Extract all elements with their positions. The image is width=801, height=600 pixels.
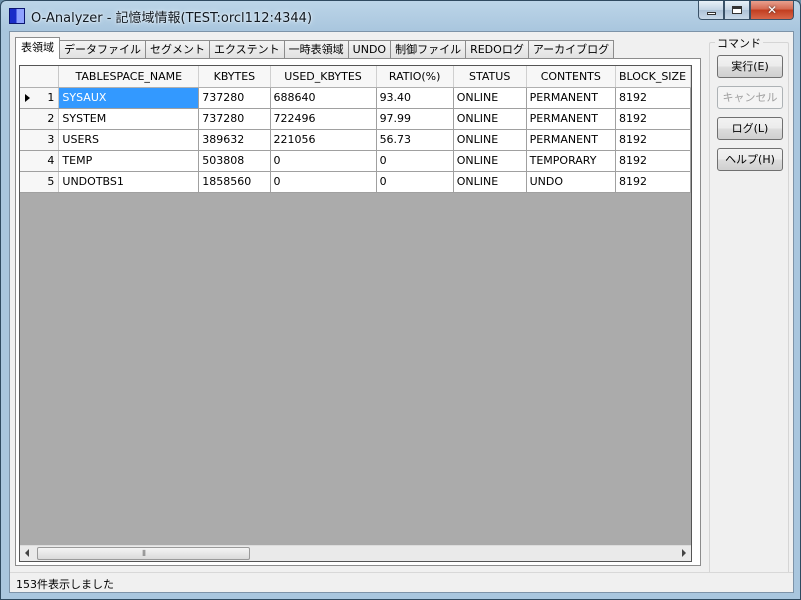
tab-redolog[interactable]: REDOログ [465,40,529,59]
row-number: 4 [47,154,55,167]
table-cell[interactable]: 0 [270,171,377,193]
tab-datafile[interactable]: データファイル [59,40,146,59]
column-header[interactable]: KBYTES [198,66,271,88]
table-row[interactable]: 3 USERS 389632 221056 56.73 ONLINE PERMA… [20,129,691,151]
tab-extent[interactable]: エクステント [209,40,285,59]
minimize-icon [706,11,716,15]
table-row[interactable]: 4 TEMP 503808 0 0 ONLINE TEMPORARY 8192 [20,150,691,172]
tab-temp-tablespace[interactable]: 一時表領域 [283,40,349,59]
status-message: 153件表示しました [16,578,114,591]
table-cell[interactable]: 722496 [270,108,377,130]
table-cell[interactable]: 8192 [615,87,691,109]
tab-tablespace[interactable]: 表領域 [15,37,60,59]
table-cell[interactable]: 8192 [615,108,691,130]
table-row[interactable]: 1 SYSAUX 737280 688640 93.40 ONLINE PERM… [20,87,691,109]
client-area: 表領域 データファイル セグメント エクステント 一時表領域 UNDO 制御ファ… [9,31,794,593]
log-button[interactable]: ログ(L) [717,117,783,140]
table-cell[interactable]: SYSAUX [58,87,200,109]
row-number: 5 [47,175,55,188]
caption-buttons: ✕ [698,1,794,21]
command-group-label: コマンド [715,35,763,51]
column-header[interactable]: BLOCK_SIZE [615,66,691,88]
app-window: O-Analyzer - 記憶域情報(TEST:orcl112:4344) ✕ … [0,0,801,600]
table-cell[interactable]: SYSTEM [58,108,200,130]
column-header[interactable]: CONTENTS [526,66,616,88]
table-cell[interactable]: 1858560 [198,171,271,193]
table-cell[interactable]: PERMANENT [526,129,616,151]
table-cell[interactable]: TEMPORARY [526,150,616,172]
table-cell[interactable]: ONLINE [453,108,527,130]
minimize-button[interactable] [698,1,724,20]
data-grid[interactable]: TABLESPACE_NAME KBYTES USED_KBYTES RATIO… [19,65,692,562]
tablespace-table: TABLESPACE_NAME KBYTES USED_KBYTES RATIO… [20,66,691,193]
table-cell[interactable]: 737280 [198,108,271,130]
table-cell[interactable]: 0 [270,150,377,172]
cancel-button[interactable]: キャンセル [717,86,783,109]
table-cell[interactable]: UNDO [526,171,616,193]
table-cell[interactable]: UNDOTBS1 [58,171,200,193]
help-button[interactable]: ヘルプ(H) [717,148,783,171]
table-cell[interactable]: 8192 [615,150,691,172]
tab-segment[interactable]: セグメント [145,40,210,59]
tab-undo[interactable]: UNDO [347,40,392,59]
close-button[interactable]: ✕ [750,1,794,20]
column-header[interactable]: USED_KBYTES [270,66,377,88]
table-cell[interactable]: 221056 [270,129,377,151]
table-row[interactable]: 5 UNDOTBS1 1858560 0 0 ONLINE UNDO 8192 [20,171,691,193]
scroll-thumb[interactable]: ⦀ [37,547,250,560]
grid-corner-cell[interactable] [20,66,60,88]
scroll-left-icon[interactable] [25,549,29,557]
table-cell[interactable]: 688640 [270,87,377,109]
table-cell[interactable]: PERMANENT [526,108,616,130]
table-cell[interactable]: 8192 [615,171,691,193]
table-cell[interactable]: ONLINE [453,129,527,151]
column-header[interactable]: RATIO(%) [376,66,454,88]
table-cell[interactable]: 8192 [615,129,691,151]
table-cell[interactable]: ONLINE [453,171,527,193]
table-cell[interactable]: ONLINE [453,150,527,172]
table-cell[interactable]: 0 [376,171,454,193]
table-cell[interactable]: USERS [58,129,200,151]
grid-viewport: TABLESPACE_NAME KBYTES USED_KBYTES RATIO… [20,66,691,546]
close-icon: ✕ [766,3,778,17]
tab-strip: 表領域 データファイル セグメント エクステント 一時表領域 UNDO 制御ファ… [15,37,615,59]
title-bar[interactable]: O-Analyzer - 記憶域情報(TEST:orcl112:4344) ✕ [1,1,800,31]
column-header[interactable]: STATUS [453,66,527,88]
column-header[interactable]: TABLESPACE_NAME [58,66,200,88]
tab-archivelog[interactable]: アーカイブログ [527,40,615,59]
table-cell[interactable]: ONLINE [453,87,527,109]
maximize-button[interactable] [724,1,750,20]
table-cell[interactable]: 0 [376,150,454,172]
row-number: 1 [47,91,55,104]
row-number: 3 [47,133,55,146]
tab-controlfile[interactable]: 制御ファイル [390,40,467,59]
table-cell[interactable]: 389632 [198,129,271,151]
row-header[interactable]: 2 [20,108,60,130]
row-number: 2 [47,112,55,125]
table-cell[interactable]: 737280 [198,87,271,109]
table-cell[interactable]: 97.99 [376,108,454,130]
horizontal-scrollbar[interactable]: ⦀ [20,545,691,561]
table-row[interactable]: 2 SYSTEM 737280 722496 97.99 ONLINE PERM… [20,108,691,130]
execute-button[interactable]: 実行(E) [717,55,783,78]
row-header[interactable]: 3 [20,129,60,151]
table-cell[interactable]: PERMANENT [526,87,616,109]
header-row: TABLESPACE_NAME KBYTES USED_KBYTES RATIO… [20,66,691,88]
current-row-icon [25,93,30,102]
row-header[interactable]: 4 [20,150,60,172]
scroll-right-icon[interactable] [682,549,686,557]
row-header[interactable]: 1 [20,87,60,109]
row-header[interactable]: 5 [20,171,60,193]
window-title: O-Analyzer - 記憶域情報(TEST:orcl112:4344) [31,11,313,26]
table-cell[interactable]: TEMP [58,150,200,172]
maximize-icon [732,6,742,14]
status-bar: 153件表示しました [10,572,793,592]
table-cell[interactable]: 56.73 [376,129,454,151]
app-icon[interactable] [9,8,25,24]
table-cell[interactable]: 93.40 [376,87,454,109]
table-cell[interactable]: 503808 [198,150,271,172]
